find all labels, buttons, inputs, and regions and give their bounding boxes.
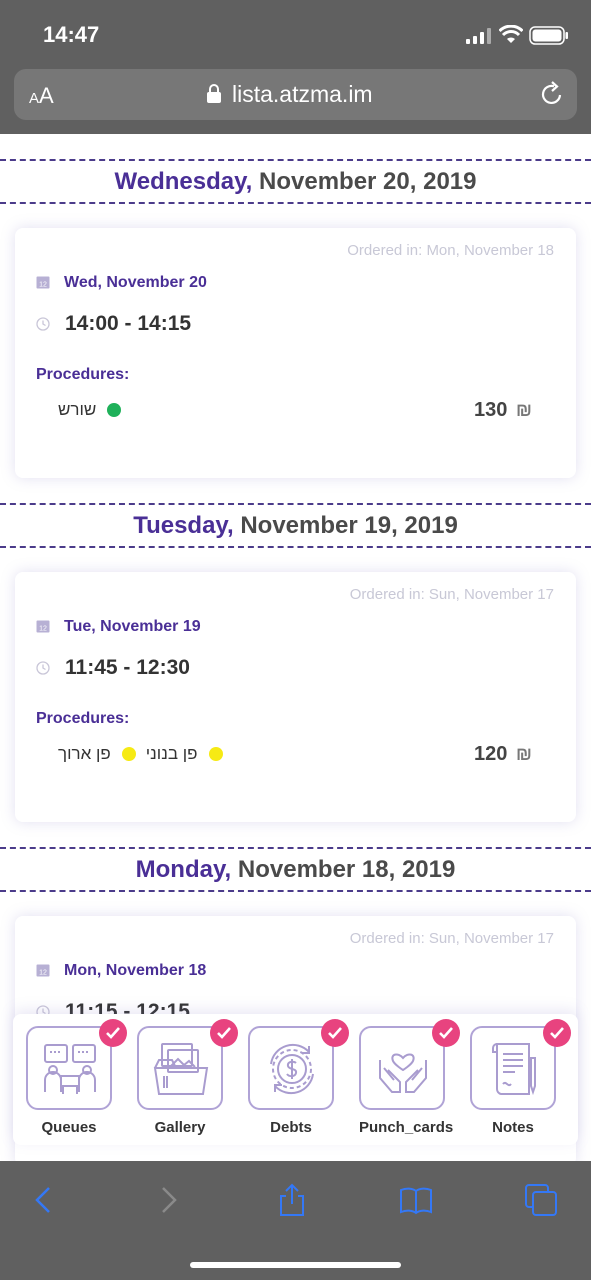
procedure-name: שורש (58, 400, 97, 419)
calendar-icon: 12 (36, 964, 50, 977)
header-date: November 20, 2019 (259, 168, 477, 195)
tool-label: Debts (270, 1119, 312, 1136)
date-header: Wednesday, November 20, 2019 (0, 159, 591, 204)
gallery-icon (153, 1043, 209, 1095)
punch-cards-button[interactable] (359, 1019, 460, 1110)
date-header: Monday, November 18, 2019 (0, 847, 591, 892)
procedures-label: Procedures: (36, 710, 130, 727)
calendar-icon: 12 (36, 620, 50, 633)
checkmark-icon (543, 1019, 571, 1047)
gallery-button[interactable] (137, 1019, 238, 1110)
lock-icon (207, 84, 221, 103)
browser-top-chrome: 14:47 AA lista.atzma.im (0, 0, 591, 134)
price-value: 130 (474, 399, 508, 421)
notes-button[interactable] (470, 1019, 571, 1110)
address-bar[interactable]: AA lista.atzma.im (14, 69, 577, 120)
tool-debts[interactable]: Debts (248, 1019, 349, 1136)
procedures-label: Procedures: (36, 366, 130, 383)
cellular-signal-icon (466, 28, 491, 44)
debts-button[interactable] (248, 1019, 349, 1110)
appointment-date: Tue, November 19 (64, 618, 201, 635)
ordered-date: Ordered in: Sun, November 17 (349, 930, 554, 947)
ordered-date: Ordered in: Sun, November 17 (349, 586, 554, 603)
header-day: Monday, (135, 856, 232, 883)
date-header: Tuesday, November 19, 2019 (0, 503, 591, 548)
status-dot-icon (208, 747, 223, 761)
notes-icon (492, 1043, 536, 1096)
tool-label: Punch_cards (359, 1119, 454, 1136)
header-day: Tuesday, (133, 512, 234, 539)
tool-label: Notes (492, 1119, 534, 1136)
app-toolbar: Queues Gallery Debts Punch_cards Notes (13, 1014, 578, 1145)
url-text[interactable]: lista.atzma.im (232, 81, 373, 108)
procedures-list: שורש (48, 400, 122, 420)
tabs-icon[interactable] (524, 1183, 558, 1217)
punch-cards-icon (379, 1053, 427, 1093)
ordered-date: Ordered in: Mon, November 18 (347, 242, 554, 259)
procedure-name: פן ארוך (58, 744, 111, 763)
svg-text:12: 12 (39, 626, 47, 633)
tool-label: Queues (41, 1119, 97, 1136)
appointment-time: 14:00 - 14:15 (65, 312, 192, 335)
header-date: November 18, 2019 (237, 856, 456, 883)
queues-button[interactable] (26, 1019, 127, 1110)
appointment-time: 11:45 - 12:30 (65, 656, 190, 679)
price: 130 ₪ (474, 399, 532, 422)
checkmark-icon (210, 1019, 238, 1047)
procedures-list: פן בנוני פן ארוך (48, 744, 223, 764)
svg-text:12: 12 (39, 970, 47, 977)
tool-punch-cards[interactable]: Punch_cards (359, 1019, 460, 1136)
queues-icon (44, 1044, 96, 1094)
header-day: Wednesday, (114, 168, 253, 195)
status-dot-icon (121, 747, 136, 761)
battery-icon (529, 26, 568, 45)
clock-icon (36, 661, 50, 675)
status-bar: 14:47 (0, 0, 591, 68)
back-icon[interactable] (27, 1183, 61, 1217)
svg-text:12: 12 (39, 282, 47, 289)
status-time: 14:47 (43, 22, 100, 47)
calendar-icon: 12 (36, 276, 50, 289)
forward-icon[interactable] (151, 1183, 185, 1217)
tool-label: Gallery (154, 1119, 206, 1136)
home-indicator[interactable] (190, 1262, 401, 1268)
currency-symbol: ₪ (515, 400, 532, 420)
status-dot-icon (107, 403, 122, 417)
browser-toolbar (0, 1161, 591, 1280)
procedure-item: פן בנוני (146, 744, 223, 764)
bookmarks-icon[interactable] (399, 1183, 433, 1217)
procedure-item: שורש (58, 400, 122, 420)
tool-notes[interactable]: Notes (470, 1019, 571, 1136)
share-icon[interactable] (275, 1183, 309, 1217)
checkmark-icon (99, 1019, 127, 1047)
clock-icon (36, 317, 50, 331)
procedure-name: פן בנוני (145, 744, 198, 763)
currency-symbol: ₪ (515, 744, 532, 764)
header-date: November 19, 2019 (240, 512, 458, 539)
price-value: 120 (474, 743, 508, 765)
tool-queues[interactable]: Queues (26, 1019, 127, 1136)
checkmark-icon (432, 1019, 460, 1047)
checkmark-icon (321, 1019, 349, 1047)
text-size-button[interactable]: AA (29, 83, 54, 109)
price: 120 ₪ (474, 743, 532, 766)
procedure-item: פן ארוך (58, 744, 136, 764)
reload-icon[interactable] (539, 81, 565, 107)
debts-icon (270, 1043, 314, 1095)
wifi-icon (499, 25, 523, 43)
appointment-date: Wed, November 20 (64, 274, 207, 291)
appointments-list: Wednesday, November 20, 2019 Ordered in:… (0, 134, 591, 1161)
appointment-card[interactable]: Ordered in: Sun, November 17 12 Tue, Nov… (15, 572, 576, 822)
appointment-card[interactable]: Ordered in: Mon, November 18 12 Wed, Nov… (15, 228, 576, 478)
appointment-date: Mon, November 18 (64, 962, 207, 979)
tool-gallery[interactable]: Gallery (137, 1019, 238, 1136)
